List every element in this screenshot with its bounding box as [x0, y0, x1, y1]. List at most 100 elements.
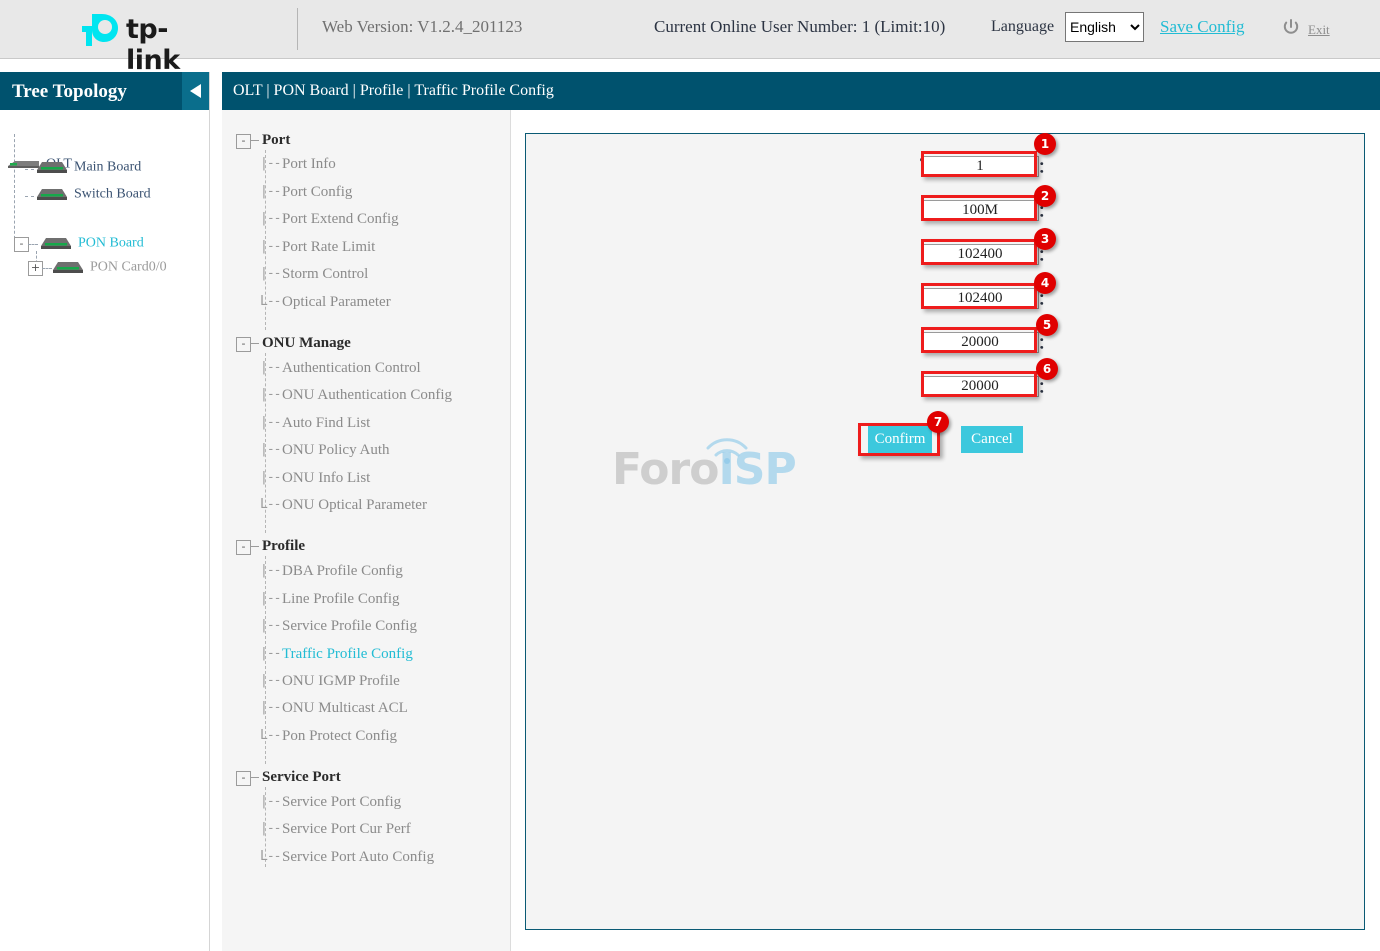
nav-item-label: ONU Multicast ACL	[282, 700, 408, 716]
nav-item-label: Auto Find List	[282, 415, 371, 431]
language-label: Language	[991, 18, 1055, 35]
breadcrumb-bar: OLT | PON Board | Profile | Traffic Prof…	[222, 72, 1380, 110]
cancel-button[interactable]: Cancel	[961, 426, 1023, 453]
tree-node-label: PON Card0/0	[90, 259, 167, 275]
nav-group-label: Service Port	[262, 769, 341, 785]
tree-connector	[28, 244, 38, 245]
tree-node-label: PON Board	[78, 235, 144, 251]
traffic-profile-form-panel: ForoISP Traffic Profile ID ： Profile Nam…	[525, 133, 1365, 930]
cbs-input[interactable]	[921, 332, 1039, 353]
breadcrumb: OLT | PON Board | Profile | Traffic Prof…	[233, 82, 554, 99]
chevron-left-icon	[190, 84, 201, 98]
nav-dash: |--	[260, 360, 282, 375]
step-badge-1: 1	[1034, 133, 1056, 155]
nav-item-label: ONU Optical Parameter	[282, 497, 427, 513]
cir-input[interactable]	[921, 244, 1039, 265]
nav-connector	[251, 140, 259, 141]
nav-item-label: Service Port Auto Config	[282, 849, 435, 865]
step-badge-5: 5	[1036, 314, 1058, 336]
step-badge-2: 2	[1034, 185, 1056, 207]
nav-dash: L--	[260, 294, 282, 309]
power-icon[interactable]	[1282, 18, 1300, 36]
device-icon	[37, 189, 67, 201]
nav-dash: |--	[260, 700, 282, 715]
web-version-text: Web Version: V1.2.4_201123	[322, 17, 523, 36]
tree-node-pon-card[interactable]: PON Card0/0	[52, 258, 167, 278]
tree-node-pon-board[interactable]: PON Board	[40, 234, 144, 254]
confirm-button[interactable]: Confirm	[868, 426, 932, 453]
nav-dash: |--	[260, 156, 282, 171]
step-badge-7: 7	[927, 411, 949, 433]
nav-dash: |--	[260, 387, 282, 402]
panel-divider	[510, 110, 511, 951]
profile-name-input[interactable]	[921, 200, 1039, 221]
watermark-text-b: ISP	[718, 444, 796, 495]
exit-link[interactable]: Exit	[1308, 22, 1330, 38]
tree-expander-pon-card[interactable]: +	[28, 261, 43, 276]
step-badge-4: 4	[1034, 272, 1056, 294]
nav-group-label: Port	[262, 132, 291, 148]
tree-expander-pon-board[interactable]: -	[14, 237, 29, 252]
nav-item-label: Port Rate Limit	[282, 239, 376, 255]
traffic-profile-id-input[interactable]	[921, 156, 1039, 177]
nav-item-label: Line Profile Config	[282, 591, 400, 607]
tree-connector	[14, 134, 15, 244]
navigation-panel: - Port |-- Port Info |-- Port Config |--…	[222, 110, 510, 951]
nav-item-label: Authentication Control	[282, 360, 421, 376]
tree-node-main-board[interactable]: Main Board	[36, 158, 141, 178]
nav-dash: |--	[260, 673, 282, 688]
nav-item-label: Port Info	[282, 156, 336, 172]
tree-connector	[42, 268, 52, 269]
nav-item-label: Service Port Config	[282, 794, 402, 810]
nav-item-label: Pon Protect Config	[282, 728, 397, 744]
tree-topology-header: Tree Topology	[0, 72, 210, 110]
step-badge-6: 6	[1036, 358, 1058, 380]
form-row-profile-name: Profile Name ：	[526, 200, 1366, 230]
tree-connector	[25, 196, 34, 197]
tree-node-label: Switch Board	[74, 186, 151, 202]
nav-dash: |--	[260, 239, 282, 254]
nav-group-expander[interactable]: -	[236, 134, 251, 149]
app-header: tp-link Web Version: V1.2.4_201123 Curre…	[0, 0, 1380, 76]
nav-item-label: Traffic Profile Config	[282, 646, 413, 662]
tp-link-logo: tp-link	[78, 8, 218, 76]
nav-item-label: ONU Policy Auth	[282, 442, 390, 458]
nav-item-label: Storm Control	[282, 266, 369, 282]
nav-dash: |--	[260, 794, 282, 809]
device-icon	[8, 161, 39, 169]
pbs-input[interactable]	[921, 376, 1039, 397]
nav-group-expander[interactable]: -	[236, 337, 251, 352]
nav-dash: |--	[260, 211, 282, 226]
nav-dash: |--	[260, 266, 282, 281]
form-row-cir: Cir(Kbps) ：	[526, 244, 1366, 274]
nav-dash: |--	[260, 618, 282, 633]
field-colon: ：	[1038, 160, 1054, 176]
nav-group-label: Profile	[262, 538, 306, 554]
device-icon	[41, 238, 71, 250]
nav-connector	[251, 343, 259, 344]
nav-item-label: Port Config	[282, 184, 353, 200]
nav-dash: |--	[260, 821, 282, 836]
nav-group-label: ONU Manage	[262, 335, 351, 351]
nav-dash: |--	[260, 415, 282, 430]
nav-item-label: ONU Authentication Config	[282, 387, 452, 403]
pir-input[interactable]	[921, 288, 1039, 309]
tree-node-switch-board[interactable]: Switch Board	[36, 185, 151, 205]
nav-group-expander[interactable]: -	[236, 540, 251, 555]
tree-topology-title: Tree Topology	[12, 81, 127, 102]
language-select[interactable]: English中文	[1065, 12, 1144, 42]
nav-dash: L--	[260, 497, 282, 512]
nav-dash: L--	[260, 849, 282, 864]
header-divider	[297, 8, 298, 50]
sidebar-collapse-button[interactable]	[182, 72, 210, 110]
nav-group-expander[interactable]: -	[236, 771, 251, 786]
nav-item-label: Optical Parameter	[282, 294, 391, 310]
brand-name: tp-link	[126, 14, 180, 76]
nav-dash: L--	[260, 728, 282, 743]
form-row-traffic-profile-id: Traffic Profile ID ：	[526, 156, 1366, 186]
save-config-link[interactable]: Save Config	[1160, 17, 1245, 37]
watermark-text-a: Foro	[612, 444, 719, 495]
nav-dash: |--	[260, 591, 282, 606]
nav-connector	[251, 546, 259, 547]
nav-dash: |--	[260, 563, 282, 578]
